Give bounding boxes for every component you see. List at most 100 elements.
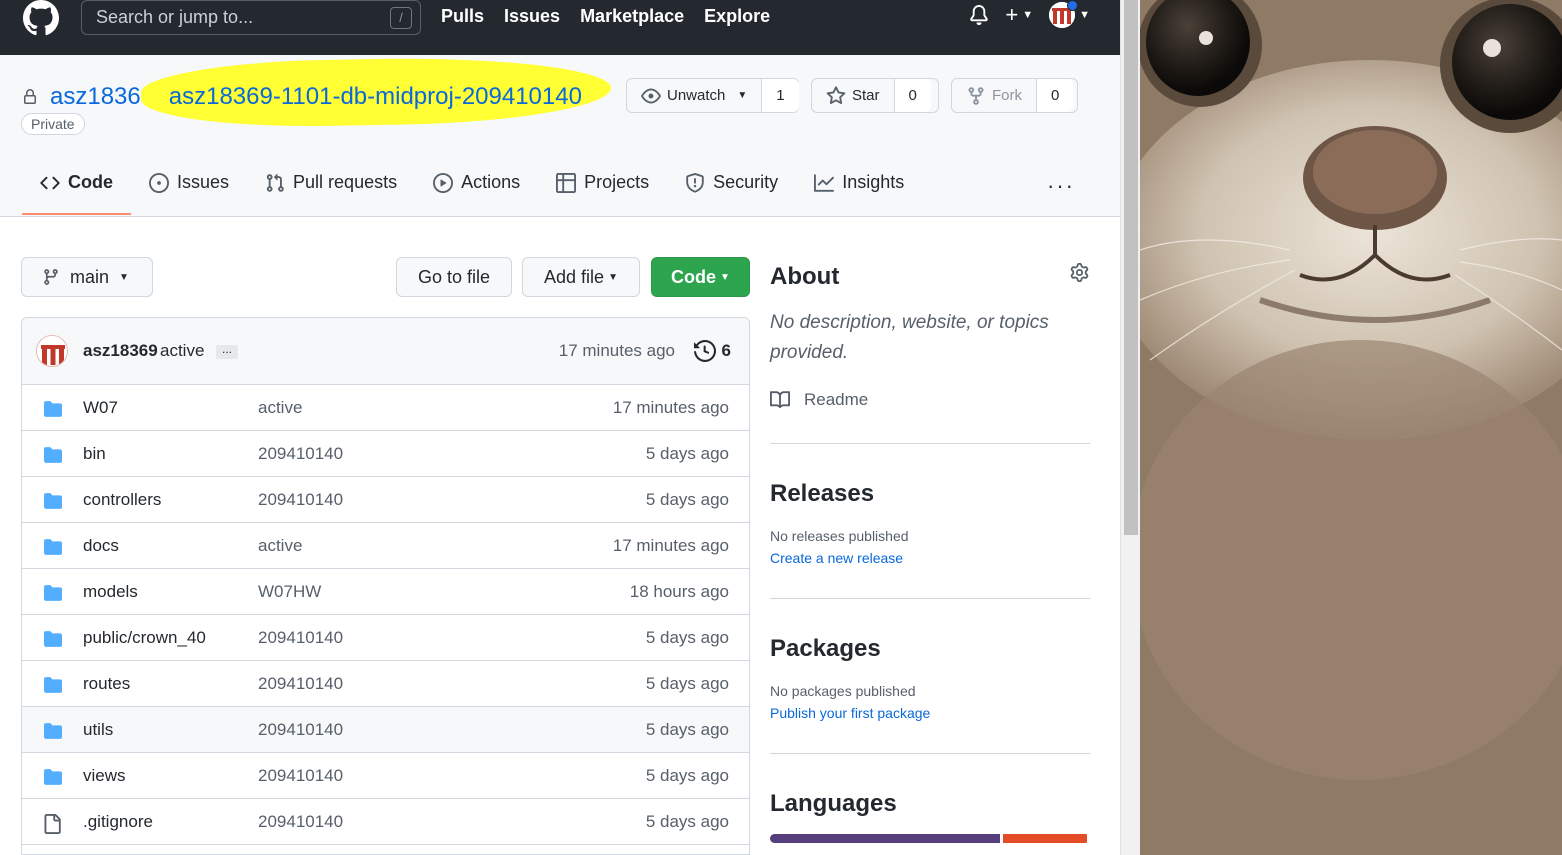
publish-package-link[interactable]: Publish your first package (770, 705, 1090, 721)
file-name-link[interactable]: controllers (83, 490, 161, 510)
branch-select-button[interactable]: main ▼ (21, 257, 153, 297)
file-commit-message[interactable]: 209410140 (258, 444, 343, 464)
file-row[interactable]: .gitignore 209410140 5 days ago (22, 799, 749, 845)
file-commit-message[interactable]: active (258, 536, 302, 556)
file-name-link[interactable]: W07 (83, 398, 118, 418)
file-row[interactable]: routes 209410140 5 days ago (22, 661, 749, 707)
language-segment[interactable] (1003, 834, 1087, 843)
search-input[interactable]: Search or jump to... / (81, 0, 421, 35)
file-name-link[interactable]: .gitignore (83, 812, 153, 832)
star-count[interactable]: 0 (894, 79, 931, 112)
bell-icon[interactable] (969, 4, 989, 26)
repo-name-link[interactable]: asz18369-1101-db-midproj-209410140 (169, 83, 582, 110)
file-name-link[interactable]: models (83, 582, 138, 602)
tab-label: Insights (842, 172, 905, 192)
file-row[interactable]: docs active 17 minutes ago (22, 523, 749, 569)
tab-issues[interactable]: Issues (131, 160, 247, 213)
file-commit-time: 5 days ago (645, 811, 729, 831)
file-commit-message[interactable]: 209410140 (258, 628, 343, 648)
file-row[interactable]: controllers 209410140 5 days ago (22, 477, 749, 523)
graph-icon (814, 173, 835, 192)
more-tabs-icon[interactable]: ··· (1047, 173, 1075, 199)
nav-marketplace[interactable]: Marketplace (580, 6, 684, 27)
scrollbar-thumb[interactable] (1124, 0, 1138, 535)
commit-count: 6 (721, 341, 731, 360)
star-button-group: Star 0 (811, 78, 939, 113)
language-segment[interactable] (770, 834, 1001, 843)
tab-security[interactable]: Security (667, 160, 796, 213)
global-nav: Pulls Issues Marketplace Explore (441, 6, 790, 27)
chevron-down-icon: ▼ (119, 271, 129, 283)
file-commit-time: 5 days ago (645, 443, 729, 463)
avatar[interactable] (36, 335, 68, 367)
file-commit-message[interactable]: 209410140 (258, 720, 343, 740)
file-name-link[interactable]: docs (83, 536, 119, 556)
nav-pulls[interactable]: Pulls (441, 6, 484, 27)
folder-icon (42, 492, 62, 509)
add-file-button[interactable]: Add file ▼ (522, 257, 640, 297)
packages-none-text: No packages published (770, 683, 916, 699)
file-commit-message[interactable]: W07HW (258, 582, 321, 602)
tab-code[interactable]: Code (22, 160, 131, 215)
tab-insights[interactable]: Insights (796, 160, 922, 213)
code-button[interactable]: Code ▼ (651, 257, 750, 297)
eye-icon (641, 88, 661, 103)
commit-details-toggle[interactable]: ... (216, 343, 238, 359)
global-header: Search or jump to... / Pulls Issues Mark… (0, 0, 1120, 55)
plus-icon: + (1005, 2, 1019, 27)
file-name-link[interactable]: bin (83, 444, 106, 464)
fork-button[interactable]: Fork (952, 79, 1037, 112)
file-row[interactable]: W07 active 17 minutes ago (22, 385, 749, 431)
repo-owner-link[interactable]: asz18369 (50, 83, 154, 111)
packages-heading[interactable]: Packages (770, 635, 1090, 663)
file-row[interactable]: models W07HW 18 hours ago (22, 569, 749, 615)
file-row[interactable]: utils 209410140 5 days ago (22, 707, 749, 753)
releases-heading[interactable]: Releases (770, 480, 1090, 508)
file-row[interactable]: bin 209410140 5 days ago (22, 431, 749, 477)
file-name-link[interactable]: views (83, 766, 126, 786)
tab-actions[interactable]: Actions (415, 160, 538, 213)
commit-message-link[interactable]: active (160, 341, 204, 361)
history-icon (693, 340, 716, 362)
github-logo-icon[interactable] (20, 0, 62, 36)
repo-forked-icon (968, 86, 984, 105)
file-name-link[interactable]: utils (83, 720, 113, 740)
file-row[interactable]: views 209410140 5 days ago (22, 753, 749, 799)
about-heading: About (770, 263, 840, 290)
file-commit-message[interactable]: active (258, 398, 302, 418)
tab-pull-requests[interactable]: Pull requests (247, 160, 415, 213)
file-name-link[interactable]: routes (83, 674, 130, 694)
user-menu-button[interactable]: ▼ (1049, 0, 1090, 28)
file-name-link[interactable]: public/crown_40 (83, 628, 206, 648)
tab-projects[interactable]: Projects (538, 160, 667, 213)
git-pull-request-icon (266, 173, 284, 192)
fork-label: Fork (992, 87, 1022, 104)
branch-name: main (70, 266, 110, 287)
add-file-label: Add file (544, 266, 605, 287)
file-commit-message[interactable]: 209410140 (258, 812, 343, 832)
go-to-file-button[interactable]: Go to file (396, 257, 512, 297)
folder-icon (42, 446, 62, 463)
create-release-link[interactable]: Create a new release (770, 550, 1090, 566)
fork-count[interactable]: 0 (1037, 79, 1074, 112)
issue-opened-icon (149, 172, 169, 193)
readme-link[interactable]: Readme (770, 390, 1090, 410)
star-button[interactable]: Star (812, 79, 895, 112)
nav-explore[interactable]: Explore (704, 6, 770, 27)
tab-label: Actions (461, 172, 521, 192)
page-scrollbar[interactable] (1120, 0, 1140, 855)
create-new-button[interactable]: + ▼ (1005, 2, 1033, 28)
chevron-down-icon: ▼ (720, 271, 730, 283)
commit-author-link[interactable]: asz18369 (83, 341, 158, 361)
code-icon (40, 176, 60, 189)
nav-issues[interactable]: Issues (504, 6, 560, 27)
unwatch-button[interactable]: Unwatch ▼ (627, 79, 763, 112)
file-commit-message[interactable]: 209410140 (258, 490, 343, 510)
watch-count[interactable]: 1 (762, 79, 799, 112)
file-row[interactable]: public/crown_40 209410140 5 days ago (22, 615, 749, 661)
gear-icon[interactable] (1070, 263, 1089, 282)
file-commit-message[interactable]: 209410140 (258, 766, 343, 786)
commit-history-link[interactable]: 6 (693, 340, 731, 362)
file-commit-message[interactable]: 209410140 (258, 674, 343, 694)
commit-time[interactable]: 17 minutes ago (559, 341, 675, 361)
